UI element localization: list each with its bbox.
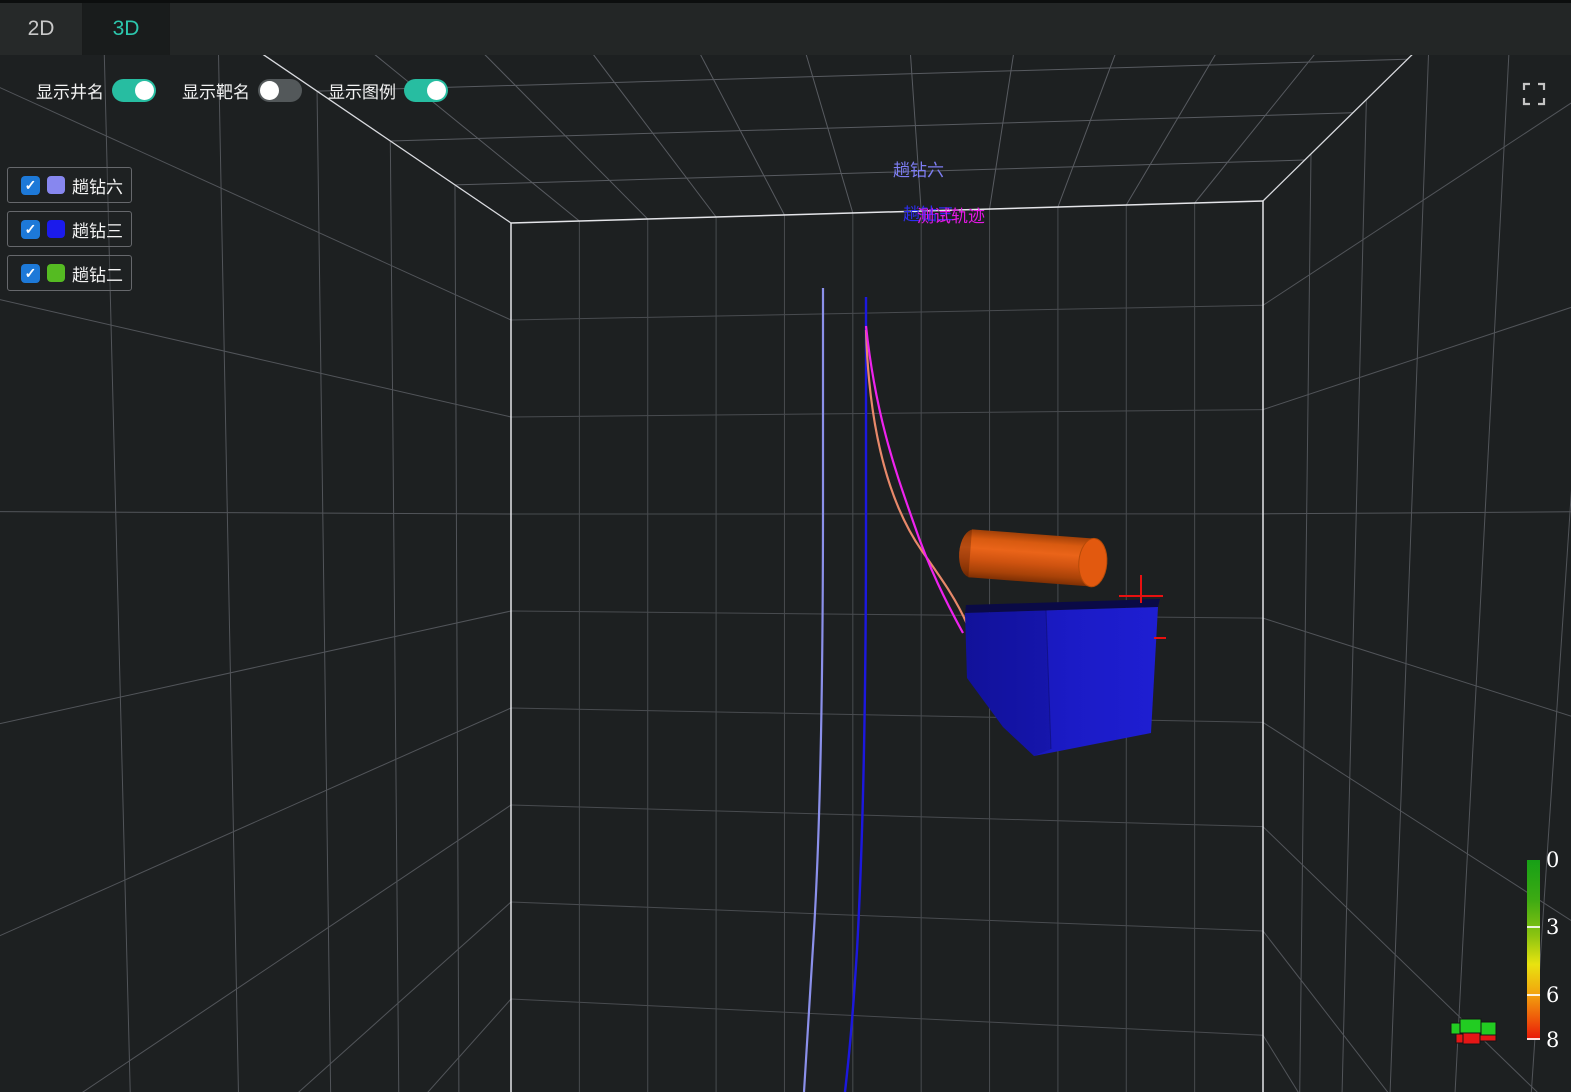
tab-2d[interactable]: 2D	[0, 3, 83, 55]
tab-3d[interactable]: 3D	[83, 3, 170, 55]
colorbar-tick-3: 3	[1546, 915, 1559, 939]
legend-item-label: 趟钻二	[72, 261, 123, 286]
depth-colorbar	[1527, 860, 1540, 1040]
toggle-target-names[interactable]	[258, 79, 302, 102]
colorbar-tick-8: 8	[1546, 1028, 1559, 1052]
colorbar-tick-0: 0	[1546, 848, 1559, 872]
tab-bar-filler	[170, 3, 1571, 55]
color-swatch	[47, 264, 65, 282]
toggle-group-well-names: 显示井名	[36, 78, 156, 103]
color-swatch	[47, 176, 65, 194]
legend-item-2[interactable]: ✓ 趟钻三	[7, 211, 132, 247]
toggle-label-legend: 显示图例	[328, 78, 396, 103]
3d-viewport[interactable]	[0, 0, 1571, 1092]
checkbox-checked-icon[interactable]: ✓	[21, 176, 40, 195]
toggle-group-target-names: 显示靶名	[182, 78, 302, 103]
legend-item-1[interactable]: ✓ 趟钻六	[7, 167, 132, 203]
legend-item-3[interactable]: ✓ 趟钻二	[7, 255, 132, 291]
toggle-knob	[135, 81, 154, 100]
legend-item-label: 趟钻六	[72, 173, 123, 198]
toggle-label-well-names: 显示井名	[36, 78, 104, 103]
colorbar-notch	[1527, 926, 1540, 928]
color-swatch	[47, 220, 65, 238]
toggle-knob	[427, 81, 446, 100]
display-toolbar: 显示井名 显示靶名 显示图例	[36, 78, 448, 103]
app-window: 趟钻六 趟钻三 测试轨迹 2D 3D 显示井名 显示靶名 显示图例 ✓ 趟钻六 …	[0, 0, 1571, 1092]
fullscreen-icon[interactable]	[1521, 81, 1547, 107]
legend-item-label: 趟钻三	[72, 217, 123, 242]
well-label-1: 趟钻六	[893, 156, 944, 181]
toggle-knob	[260, 81, 279, 100]
toggle-label-target-names: 显示靶名	[182, 78, 250, 103]
colorbar-notch	[1527, 1038, 1540, 1040]
toggle-well-names[interactable]	[112, 79, 156, 102]
well-label-trajectory: 测试轨迹	[917, 202, 985, 227]
colorbar-notch	[1527, 994, 1540, 996]
checkbox-checked-icon[interactable]: ✓	[21, 220, 40, 239]
toggle-group-legend: 显示图例	[328, 78, 448, 103]
colorbar-tick-6: 6	[1546, 983, 1559, 1007]
checkbox-checked-icon[interactable]: ✓	[21, 264, 40, 283]
legend-panel: ✓ 趟钻六 ✓ 趟钻三 ✓ 趟钻二	[7, 167, 132, 299]
toggle-legend[interactable]	[404, 79, 448, 102]
tab-bar: 2D 3D	[0, 0, 1571, 55]
